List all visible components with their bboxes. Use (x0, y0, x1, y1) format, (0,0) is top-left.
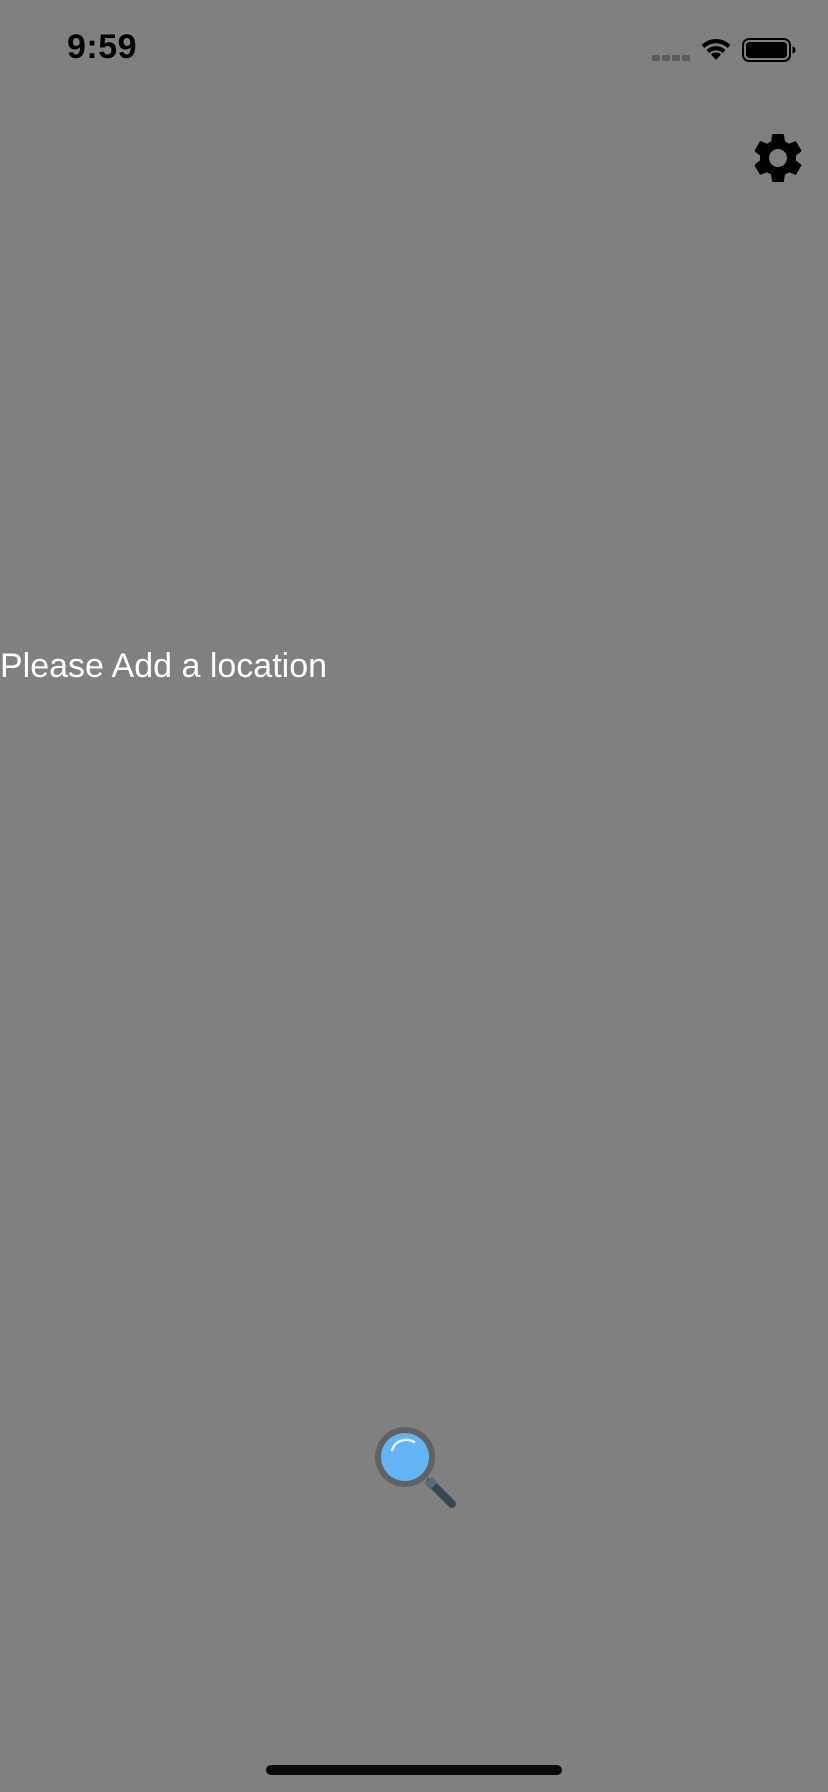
status-time: 9:59 (67, 28, 138, 66)
wifi-icon (701, 38, 731, 60)
home-indicator (266, 1765, 562, 1775)
empty-state-message: Please Add a location (0, 647, 328, 685)
signal-dots-icon (652, 55, 690, 61)
gear-icon (754, 134, 802, 182)
settings-button[interactable] (748, 128, 808, 188)
battery-full-icon (742, 38, 796, 62)
status-bar: 9:59 (0, 0, 828, 100)
magnifying-glass-icon (375, 1427, 456, 1508)
search-button[interactable] (368, 1420, 460, 1512)
